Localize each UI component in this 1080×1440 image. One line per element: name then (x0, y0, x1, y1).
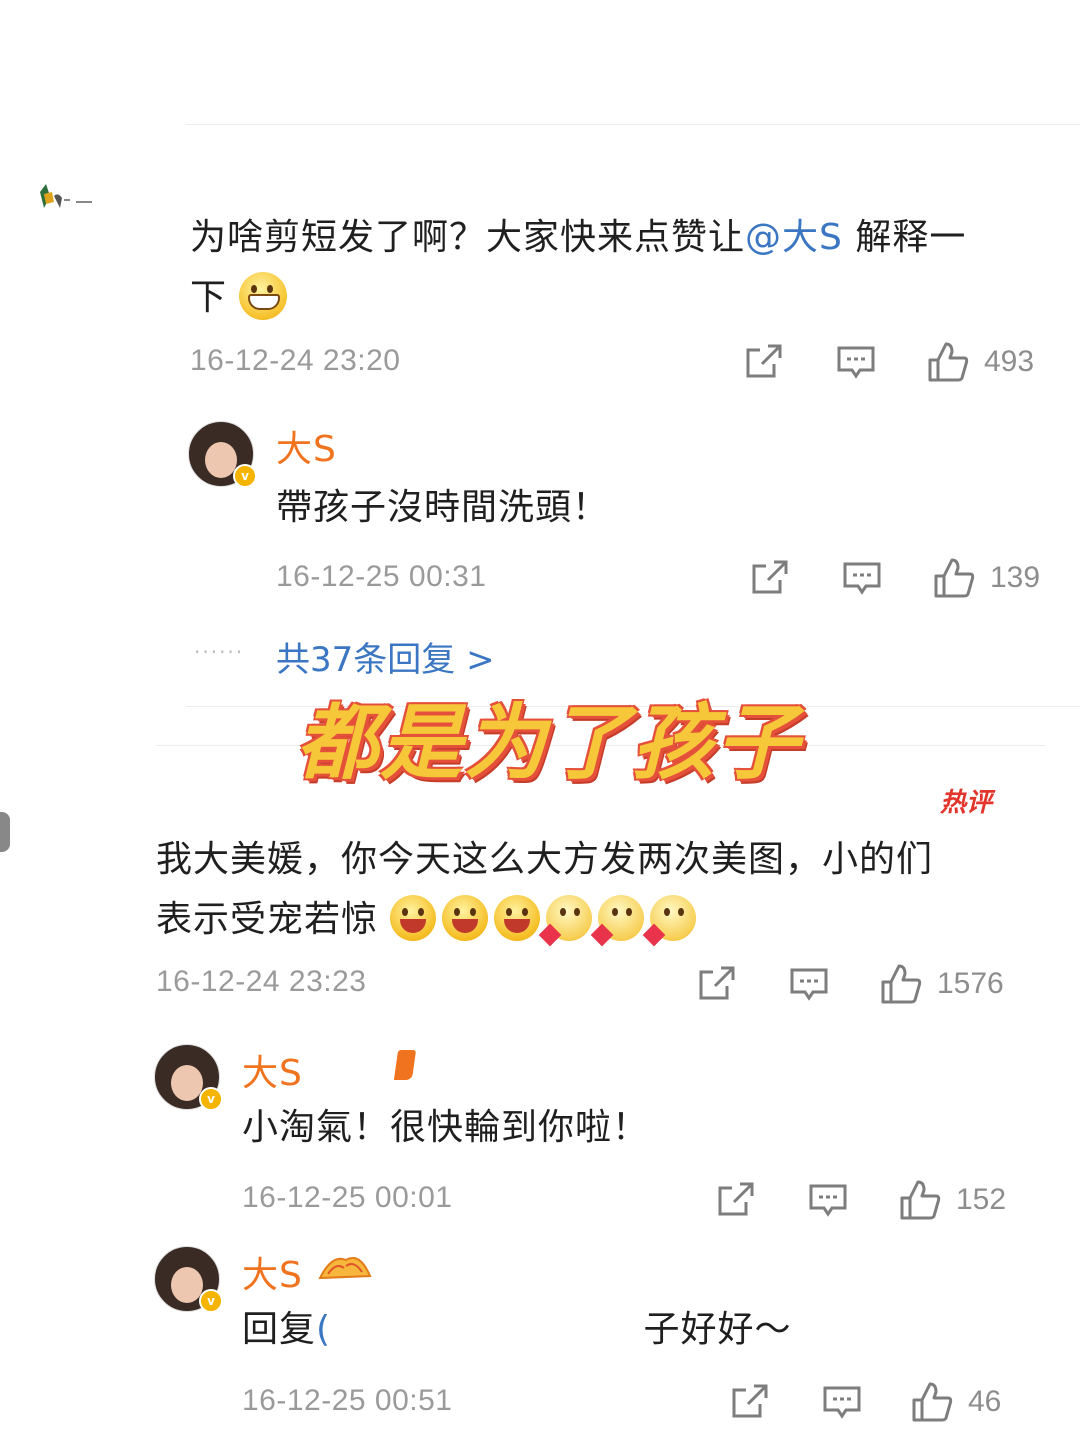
reply-avatar[interactable]: v (188, 421, 257, 488)
comment-icon[interactable] (842, 558, 882, 598)
share-icon[interactable] (730, 1382, 770, 1422)
vip-badge-icon (393, 1050, 417, 1080)
comment2-like-count: 1576 (937, 967, 1004, 1000)
laugh-emoji-icon (390, 895, 437, 941)
reply-actions: 139 (750, 556, 1040, 600)
heart-cute-emoji-icon (591, 895, 645, 947)
more-replies-dots: ······ (194, 640, 245, 664)
reply-timestamp: 16-12-25 00:01 (242, 1181, 453, 1214)
like-icon[interactable] (932, 556, 976, 600)
top-divider (186, 124, 1080, 125)
comment1-avatar[interactable] (36, 178, 96, 228)
like-icon[interactable] (879, 962, 923, 1006)
comment1-text-after: 解释一 (855, 217, 967, 258)
reply-author[interactable]: 大S (242, 1246, 303, 1298)
hot-comment-badge: 热评 (940, 788, 993, 818)
verified-badge-icon: v (199, 1087, 223, 1111)
share-icon[interactable] (716, 1180, 756, 1220)
comment2-text-line1: 我大美媛，你今天这么大方发两次美图，小的们 (156, 839, 934, 880)
reply-text-end: 子好好～ (643, 1309, 792, 1350)
comment1-like-count: 493 (984, 345, 1035, 378)
reply-actions: 46 (730, 1380, 1001, 1424)
comment2-actions: 1576 (697, 962, 1004, 1006)
share-icon[interactable] (697, 964, 737, 1004)
comment2-avatar[interactable] (0, 812, 10, 852)
verified-badge-icon: v (233, 464, 257, 488)
reply-actions: 152 (716, 1178, 1006, 1222)
share-icon[interactable] (750, 558, 790, 598)
like-icon[interactable] (898, 1178, 942, 1222)
comment1-actions: 493 (744, 340, 1034, 384)
heart-cute-emoji-icon (643, 895, 697, 947)
laugh-emoji-icon (442, 895, 489, 941)
heart-cute-emoji-icon (539, 895, 593, 947)
laugh-emoji-icon (494, 895, 541, 941)
banner-title: 都是为了孩子 (296, 696, 800, 791)
reply-text: 回复( 子好好～ (242, 1309, 792, 1350)
comment2-text-line2: 表示受宠若惊 (156, 899, 379, 940)
reply-author[interactable]: 大S (242, 1044, 303, 1096)
share-icon[interactable] (744, 342, 784, 382)
comment-icon[interactable] (822, 1382, 862, 1422)
reply-avatar[interactable]: v (154, 1044, 223, 1111)
reply-like-count: 46 (968, 1385, 1002, 1418)
comment-icon[interactable] (836, 342, 876, 382)
grin-emoji-icon (239, 272, 288, 320)
medal-badge-icon (316, 1250, 374, 1286)
reply-text: 小淘氣！很快輪到你啦！ (242, 1107, 650, 1148)
reply-avatar[interactable]: v (154, 1246, 223, 1313)
comment-icon[interactable] (789, 964, 829, 1004)
mention-link[interactable]: @大S (745, 217, 843, 258)
reply-author[interactable]: 大S (276, 420, 337, 472)
verified-badge-icon: v (199, 1289, 223, 1313)
reply-timestamp: 16-12-25 00:31 (276, 560, 487, 593)
comment2-text: 我大美媛，你今天这么大方发两次美图，小的们 表示受宠若惊 (156, 830, 1056, 950)
reply-like-count: 152 (956, 1183, 1007, 1216)
like-icon[interactable] (926, 340, 970, 384)
comment1-text-line2: 下 (190, 277, 228, 318)
comment1-text-start: 为啥剪短发了啊？大家快来点赞让 (190, 217, 746, 258)
comment-icon[interactable] (808, 1180, 848, 1220)
comment1-timestamp: 16-12-24 23:20 (190, 344, 401, 377)
reply-text: 帶孩子沒時間洗頭！ (276, 487, 610, 528)
comment2-timestamp: 16-12-24 23:23 (156, 965, 367, 998)
reply-text-start: 回复 (242, 1309, 317, 1350)
like-icon[interactable] (910, 1380, 954, 1424)
reply-timestamp: 16-12-25 00:51 (242, 1384, 453, 1417)
reply-like-count: 139 (990, 561, 1041, 594)
comment1-text: 为啥剪短发了啊？大家快来点赞让@大S 解释一 下 (190, 208, 1050, 328)
more-replies-link[interactable]: 共37条回复 > (276, 632, 495, 681)
